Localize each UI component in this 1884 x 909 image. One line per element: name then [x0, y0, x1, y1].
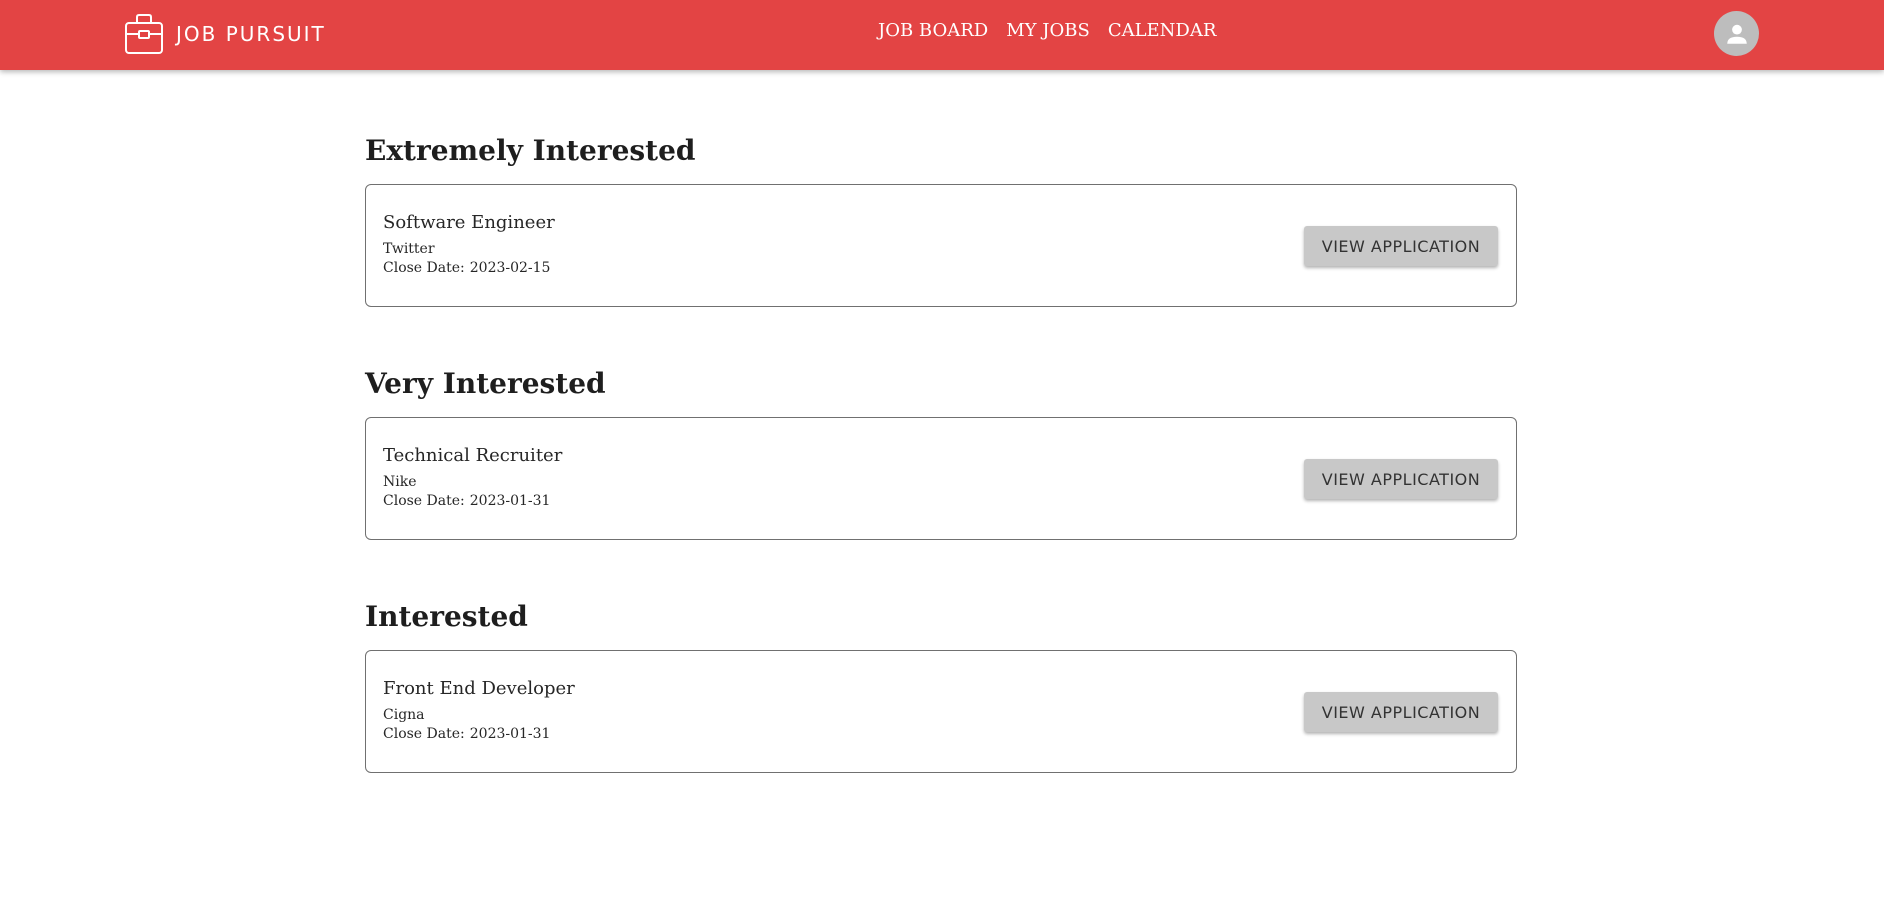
job-company: Nike [383, 474, 417, 490]
close-date-value: 2023-01-31 [469, 493, 551, 509]
brand-logo-link[interactable]: JOB PURSUIT [124, 12, 326, 56]
nav-link-calendar[interactable]: CALENDAR [1108, 20, 1217, 41]
job-card: Technical Recruiter Nike Close Date: 2023… [365, 417, 1517, 540]
user-avatar-button[interactable] [1714, 11, 1759, 56]
top-navbar: JOB PURSUIT JOB BOARD MY JOBS CALENDAR [0, 0, 1884, 70]
job-close-date: Close Date: 2023-01-31 [383, 726, 550, 742]
user-avatar-icon [1726, 24, 1747, 44]
nav-link-job-board[interactable]: JOB BOARD [878, 20, 988, 41]
job-card: Software Engineer Twitter Close Date: 202… [365, 184, 1517, 307]
close-date-label: Close Date: [383, 726, 465, 742]
section-title: Very Interested [365, 367, 606, 400]
section-extremely-interested: Extremely Interested Software Engineer T… [365, 127, 1517, 307]
section-interested: Interested Front End Developer Cigna Clo… [365, 593, 1517, 773]
job-card: Front End Developer Cigna Close Date: 202… [365, 650, 1517, 773]
main-nav: JOB BOARD MY JOBS CALENDAR [878, 20, 1216, 41]
view-application-button[interactable]: VIEW APPLICATION [1304, 692, 1498, 732]
brand-name: JOB PURSUIT [176, 22, 326, 46]
job-company: Twitter [383, 241, 435, 257]
nav-link-my-jobs[interactable]: MY JOBS [1006, 20, 1090, 41]
section-title: Interested [365, 600, 528, 633]
briefcase-icon [125, 14, 163, 54]
view-application-button[interactable]: VIEW APPLICATION [1304, 226, 1498, 266]
job-close-date: Close Date: 2023-02-15 [383, 260, 550, 276]
job-company: Cigna [383, 707, 425, 723]
view-application-button[interactable]: VIEW APPLICATION [1304, 459, 1498, 499]
close-date-label: Close Date: [383, 260, 465, 276]
job-title: Software Engineer [383, 212, 555, 233]
job-title: Front End Developer [383, 678, 575, 699]
section-title: Extremely Interested [365, 134, 696, 167]
section-very-interested: Very Interested Technical Recruiter Nike… [365, 360, 1517, 540]
close-date-label: Close Date: [383, 493, 465, 509]
job-close-date: Close Date: 2023-01-31 [383, 493, 550, 509]
close-date-value: 2023-01-31 [469, 726, 551, 742]
job-title: Technical Recruiter [383, 445, 563, 466]
close-date-value: 2023-02-15 [469, 260, 551, 276]
